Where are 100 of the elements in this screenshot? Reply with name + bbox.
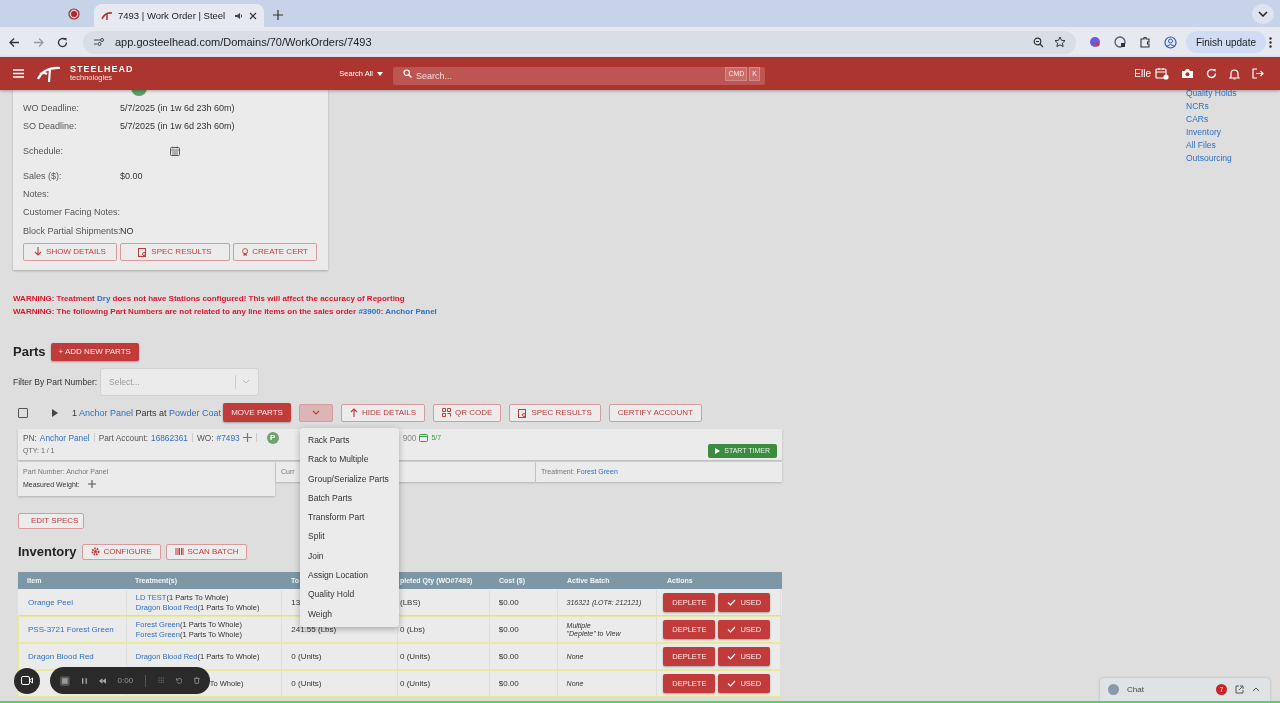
side-link[interactable]: Outsourcing xyxy=(1186,151,1232,165)
table-cell: 0 (Units) xyxy=(291,678,322,688)
finish-update-button[interactable]: Finish update xyxy=(1185,31,1266,53)
outline-button[interactable]: SCAN BATCH xyxy=(165,543,248,560)
video-camera-icon xyxy=(21,676,33,685)
item-link[interactable]: Orange Peel xyxy=(28,597,73,607)
field-value: 5/7/2025 (in 1w 6d 23h 60m) xyxy=(120,121,235,132)
avatar: P xyxy=(266,431,279,444)
menu-item[interactable]: Assign Location xyxy=(300,566,399,586)
part-link[interactable]: Anchor Panel xyxy=(39,432,90,443)
profile-icon[interactable] xyxy=(1163,35,1177,49)
tab-search-button[interactable] xyxy=(1252,4,1274,24)
menu-item[interactable]: Quality Hold xyxy=(300,585,399,605)
camera-icon[interactable] xyxy=(1181,68,1194,79)
puzzle-icon[interactable] xyxy=(1138,36,1151,48)
star-icon[interactable] xyxy=(1053,36,1066,48)
item-link[interactable]: PSS-3721 Forest Green xyxy=(28,624,114,634)
expand-icon[interactable] xyxy=(52,408,58,417)
outline-button[interactable]: CERTIFY ACCOUNT xyxy=(608,403,703,422)
extension-icon[interactable] xyxy=(1113,36,1126,48)
menu-item[interactable]: Group/Serialize Parts xyxy=(300,469,399,489)
field-label: Schedule: xyxy=(23,146,65,157)
logo-icon xyxy=(36,64,62,83)
warning-link[interactable]: Anchor Panel xyxy=(385,306,437,316)
edit-specs-button[interactable]: EDIT SPECS xyxy=(18,512,84,529)
menu-item[interactable]: Transform Part xyxy=(300,508,399,528)
bell-icon[interactable] xyxy=(1229,67,1240,80)
menu-item[interactable]: Weigh xyxy=(300,604,399,624)
side-link[interactable]: Inventory xyxy=(1186,125,1232,139)
work-order-link[interactable]: #7493 xyxy=(216,432,240,443)
speaker-icon[interactable] xyxy=(234,10,244,21)
collapse-icon[interactable] xyxy=(1252,687,1260,692)
menu-item[interactable]: Batch Parts xyxy=(300,488,399,509)
menu-item[interactable]: Rack to Multiple xyxy=(300,450,399,470)
browser-tab[interactable]: 7493 | Work Order | Steel xyxy=(94,4,264,27)
side-link[interactable]: CARs xyxy=(1186,112,1232,126)
add-parts-button[interactable]: + ADD NEW PARTS xyxy=(50,342,139,361)
popout-icon[interactable] xyxy=(1235,685,1244,694)
field-label: WO: xyxy=(196,432,214,443)
move-parts-button[interactable]: MOVE PARTS xyxy=(223,403,291,423)
stop-icon[interactable] xyxy=(60,673,70,688)
side-link[interactable]: All Files xyxy=(1186,138,1232,152)
menu-item[interactable]: Rack Parts xyxy=(300,431,399,451)
site-settings-icon[interactable] xyxy=(93,37,105,47)
warning-text: WARNING: The following Part Numbers are not related to any line items on the sales order #3900: Anchor Panel xyxy=(13,306,438,316)
trash-icon[interactable] xyxy=(194,676,200,685)
table-cell: 0 (Units) xyxy=(291,651,322,661)
outline-button[interactable]: CONFIGURE xyxy=(81,543,161,560)
table-cell: (LBS) xyxy=(400,597,421,607)
logout-icon[interactable] xyxy=(1252,68,1264,79)
reload-icon[interactable] xyxy=(57,36,68,48)
field-value: 5/7/2025 (in 1w 6d 23h 60m) xyxy=(120,103,235,114)
outline-button[interactable]: HIDE DETAILS xyxy=(341,403,426,422)
plus-icon[interactable] xyxy=(242,433,252,443)
warning-link[interactable]: Dry xyxy=(97,293,111,303)
warning-link[interactable]: #3900 xyxy=(358,306,381,316)
warning-text: WARNING: Treatment Dry does not have Stations configured! This will affect the accuracy of Reporting xyxy=(13,293,406,303)
section-title: Parts xyxy=(13,344,46,360)
user-name[interactable]: Elle xyxy=(1134,68,1151,79)
new-tab-icon[interactable] xyxy=(273,10,283,20)
calendar-icon[interactable] xyxy=(170,146,180,157)
part-number-select[interactable]: Select... xyxy=(100,367,260,396)
field-label: Notes: xyxy=(23,189,50,200)
plus-icon[interactable] xyxy=(87,480,96,489)
summary-link[interactable]: Powder Coat xyxy=(169,407,222,418)
item-link[interactable]: Dragon Blood Red xyxy=(28,651,94,661)
caret-icon xyxy=(312,410,320,416)
field-label: Sales ($): xyxy=(23,170,63,181)
outline-button[interactable]: SHOW DETAILS xyxy=(23,242,117,261)
rewind-icon[interactable] xyxy=(98,676,106,685)
summary-link[interactable]: Anchor Panel xyxy=(79,407,134,418)
menu-item[interactable]: Split xyxy=(300,527,399,547)
menu-icon[interactable] xyxy=(13,69,24,78)
back-icon[interactable] xyxy=(9,36,20,48)
pause-icon[interactable] xyxy=(81,676,87,685)
check-icon xyxy=(727,652,737,660)
close-icon[interactable] xyxy=(249,11,257,20)
table-cell: $0.00 xyxy=(498,597,519,607)
tab-title: 7493 | Work Order | Steel xyxy=(118,10,227,21)
check-icon xyxy=(727,598,737,606)
outline-button[interactable]: SPEC RESULTS xyxy=(120,242,230,261)
zoom-icon[interactable] xyxy=(1032,36,1044,48)
side-link[interactable]: NCRs xyxy=(1186,99,1232,113)
avatar-icon xyxy=(1108,684,1119,695)
checkbox[interactable] xyxy=(18,407,28,418)
undo-icon[interactable] xyxy=(176,676,183,685)
refresh-icon[interactable] xyxy=(1206,68,1217,79)
field-label: Part Account: xyxy=(98,432,149,443)
extension-icon[interactable] xyxy=(1088,36,1101,48)
address-bar[interactable]: app.gosteelhead.com/Domains/70/WorkOrders/7493 xyxy=(83,30,1076,54)
menu-item[interactable]: Join xyxy=(300,546,399,567)
calendar-clock-icon[interactable] xyxy=(1155,67,1169,80)
table-cell: $0.00 xyxy=(498,678,519,688)
outline-button[interactable]: SPEC RESULTS xyxy=(509,403,601,422)
account-link[interactable]: 16862361 xyxy=(151,432,188,443)
more-icon[interactable] xyxy=(1269,36,1272,48)
record-icon[interactable] xyxy=(68,8,80,20)
outline-button[interactable]: CREATE CERT xyxy=(233,242,317,261)
play-icon xyxy=(715,447,721,454)
outline-button[interactable]: QR CODE xyxy=(433,403,502,422)
